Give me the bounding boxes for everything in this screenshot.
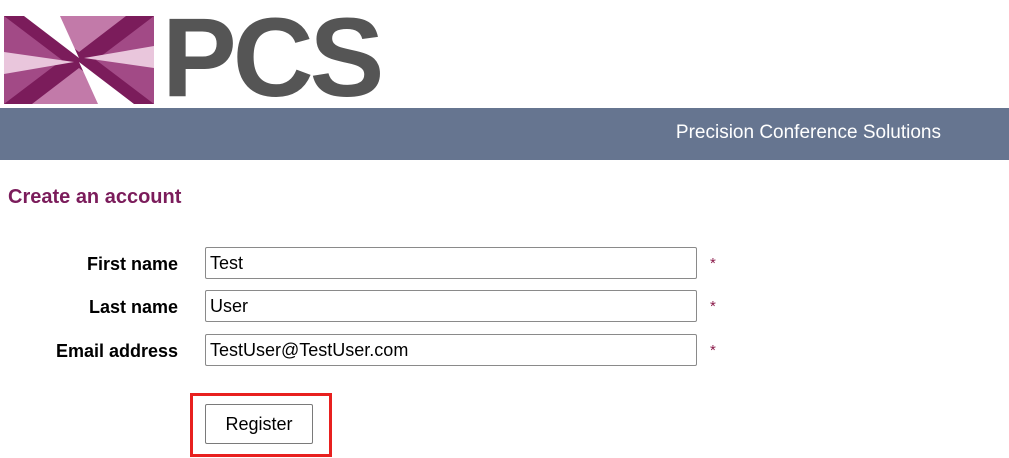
last-name-row: Last name * [0, 290, 760, 322]
pcs-logo-icon [4, 16, 154, 104]
required-marker: * [710, 298, 716, 315]
email-row: Email address * [0, 334, 760, 366]
required-marker: * [710, 342, 716, 359]
last-name-field[interactable] [205, 290, 697, 322]
page-title: Create an account [8, 186, 182, 208]
first-name-field[interactable] [205, 247, 697, 279]
first-name-row: First name * [0, 247, 760, 279]
email-address-label: Email address [55, 341, 178, 361]
logo-text: PCS [162, 0, 384, 120]
required-marker: * [710, 255, 716, 272]
header-banner: Precision Conference Solutions [0, 108, 1009, 160]
tagline: Precision Conference Solutions [675, 122, 941, 143]
first-name-label: First name [86, 254, 178, 274]
pcs-logo: PCS [4, 2, 404, 114]
register-button[interactable]: Register [205, 404, 313, 444]
last-name-label: Last name [88, 297, 178, 317]
email-address-field[interactable] [205, 334, 697, 366]
